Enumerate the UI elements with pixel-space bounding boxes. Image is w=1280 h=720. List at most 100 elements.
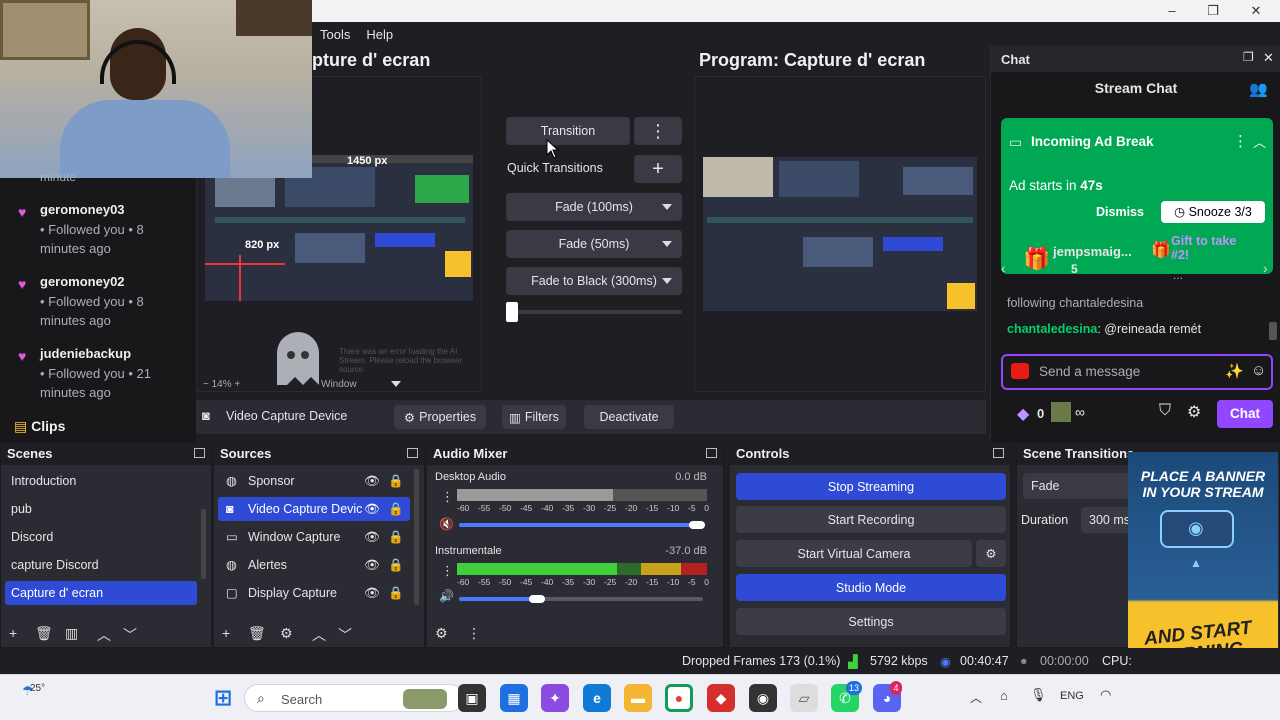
scenes-scrollbar[interactable] (201, 509, 206, 579)
eye-icon[interactable]: 👁 (364, 469, 380, 493)
chevron-left-icon[interactable]: ‹ (1001, 260, 1006, 276)
deactivate-button[interactable]: Deactivate (584, 405, 674, 429)
bits-icon[interactable]: ◆ (1017, 404, 1029, 424)
trash-icon[interactable]: 🗑 (248, 625, 266, 642)
sources-scrollbar[interactable] (414, 469, 419, 605)
store-icon[interactable]: ▦ (500, 684, 528, 712)
network-icon[interactable]: ⌂ (1000, 688, 1008, 703)
app-generic-icon[interactable]: ▱ (790, 684, 818, 712)
dismiss-button[interactable]: Dismiss (1093, 201, 1147, 223)
chevron-right-icon[interactable]: › (1263, 260, 1268, 276)
chevron-up-icon[interactable]: ︿ (97, 625, 111, 645)
virtual-camera-settings-button[interactable]: ⚙ (976, 540, 1006, 567)
edge-icon[interactable]: e (583, 684, 611, 712)
tbar-track[interactable] (506, 310, 682, 314)
chevron-up-icon[interactable]: ︿ (970, 689, 982, 706)
filters-button[interactable]: ▥ Filters (502, 405, 566, 429)
plus-icon[interactable]: + (222, 625, 230, 641)
undock-icon[interactable] (993, 448, 1004, 458)
source-item[interactable]: ◍ Sponsor 👁 🔒 (218, 469, 410, 493)
taskbar-search[interactable]: ⌕ Search (244, 684, 464, 712)
speaker-icon[interactable]: 🔊 (439, 589, 454, 603)
lock-icon[interactable]: 🔒 (388, 469, 404, 493)
speaker-muted-icon[interactable]: 🔇 (439, 517, 454, 531)
undock-icon[interactable] (407, 448, 418, 458)
scene-item[interactable]: Introduction (5, 469, 197, 493)
users-icon[interactable]: 👥 (1249, 80, 1268, 98)
volume-slider-knob[interactable] (689, 521, 705, 529)
gifter-name[interactable]: jempsmaig... (1053, 244, 1132, 259)
menu-help[interactable]: Help (358, 27, 401, 42)
kebab-menu-icon[interactable]: ⋮ (1233, 132, 1248, 150)
chevron-up-icon[interactable]: ︿ (1253, 132, 1266, 151)
start-recording-button[interactable]: Start Recording (736, 506, 1006, 533)
chat-scrollbar[interactable] (1269, 322, 1277, 340)
eye-icon[interactable]: 👁 (364, 553, 380, 577)
lock-icon[interactable]: 🔒 (388, 497, 404, 521)
filter-icon[interactable]: ▥ (65, 625, 78, 642)
kebab-menu-icon[interactable]: ⋮ (467, 625, 481, 642)
snooze-button[interactable]: ◷ Snooze 3/3 (1161, 201, 1265, 223)
quick-transition-fade-black[interactable]: Fade to Black (300ms) (506, 267, 682, 295)
app-red-icon[interactable]: ◆ (707, 684, 735, 712)
scene-item[interactable]: Discord (5, 525, 197, 549)
restore-button[interactable]: ❐ (1193, 2, 1233, 20)
windows-start-icon[interactable]: ⊞ (209, 684, 237, 712)
clips-link[interactable]: ▤ Clips (14, 418, 65, 435)
window-dropdown-icon[interactable] (391, 381, 401, 387)
tbar-handle[interactable] (506, 302, 518, 322)
chevron-down-icon[interactable]: ﹀ (123, 625, 137, 645)
microphone-icon[interactable]: 🎙 (1030, 687, 1047, 703)
undock-icon[interactable] (706, 448, 717, 458)
chrome-icon[interactable]: ● (665, 684, 693, 712)
advanced-audio-icon[interactable]: ⚙ (435, 625, 448, 642)
chevron-down-icon[interactable]: ﹀ (338, 625, 352, 645)
kebab-menu-icon[interactable]: ⋮ (441, 489, 454, 505)
gear-icon[interactable]: ⚙ (1187, 402, 1201, 422)
lock-icon[interactable]: 🔒 (388, 525, 404, 549)
volume-slider-knob[interactable] (529, 595, 545, 603)
undock-icon[interactable]: ❐ (1243, 50, 1254, 64)
folder-icon[interactable]: ▬ (624, 684, 652, 712)
chevron-up-icon[interactable]: ︿ (312, 625, 326, 645)
sparkle-icon[interactable]: ✨ (1225, 362, 1244, 380)
studio-mode-button[interactable]: Studio Mode (736, 574, 1006, 601)
eye-icon[interactable]: 👁 (364, 497, 380, 521)
minimize-button[interactable]: – (1152, 2, 1192, 20)
source-item[interactable]: ▢ Display Capture 👁 🔒 (218, 581, 410, 605)
kebab-menu-icon[interactable]: ⋮ (441, 563, 454, 579)
properties-button[interactable]: ⚙ Properties (394, 405, 486, 429)
stop-streaming-button[interactable]: Stop Streaming (736, 473, 1006, 500)
add-quick-transition-button[interactable]: + (634, 155, 682, 183)
quick-transition-fade-100[interactable]: Fade (100ms) (506, 193, 682, 221)
follower-name[interactable]: geromoney02 (40, 274, 125, 289)
eye-icon[interactable]: 👁 (364, 525, 380, 549)
eye-icon[interactable]: 👁 (364, 581, 380, 605)
channel-points-icon[interactable] (1051, 402, 1071, 422)
start-virtual-camera-button[interactable]: Start Virtual Camera (736, 540, 972, 567)
undock-icon[interactable] (194, 448, 205, 458)
emoji-icon[interactable]: ☺ (1251, 362, 1266, 379)
chat-send-button[interactable]: Chat (1217, 400, 1273, 428)
menu-tools[interactable]: Tools (312, 27, 358, 42)
source-item-selected[interactable]: ◙ Video Capture Devic 👁 🔒 (218, 497, 410, 521)
obs-icon[interactable]: ◉ (749, 684, 777, 712)
follower-name[interactable]: geromoney03 (40, 202, 125, 217)
source-item[interactable]: ◍ Alertes 👁 🔒 (218, 553, 410, 577)
scene-item-selected[interactable]: Capture d' ecran (5, 581, 197, 605)
scene-item[interactable]: pub (5, 497, 197, 521)
send-message-input[interactable]: Send a message ✨ ☺ (1001, 354, 1273, 390)
trash-icon[interactable]: 🗑 (35, 625, 53, 642)
close-button[interactable]: ✕ (1236, 2, 1276, 20)
gear-icon[interactable]: ⚙ (280, 625, 293, 642)
follower-name[interactable]: judeniebackup (40, 346, 131, 361)
scene-item[interactable]: capture Discord (5, 553, 197, 577)
source-item[interactable]: ▭ Window Capture 👁 🔒 (218, 525, 410, 549)
copilot-icon[interactable]: ✦ (541, 684, 569, 712)
transition-menu-button[interactable]: ⋮ (634, 117, 682, 145)
wifi-icon[interactable]: ◠ (1100, 687, 1111, 703)
language-indicator[interactable]: ENG (1060, 690, 1084, 702)
lock-icon[interactable]: 🔒 (388, 581, 404, 605)
settings-button[interactable]: Settings (736, 608, 1006, 635)
plus-icon[interactable]: + (9, 625, 17, 641)
